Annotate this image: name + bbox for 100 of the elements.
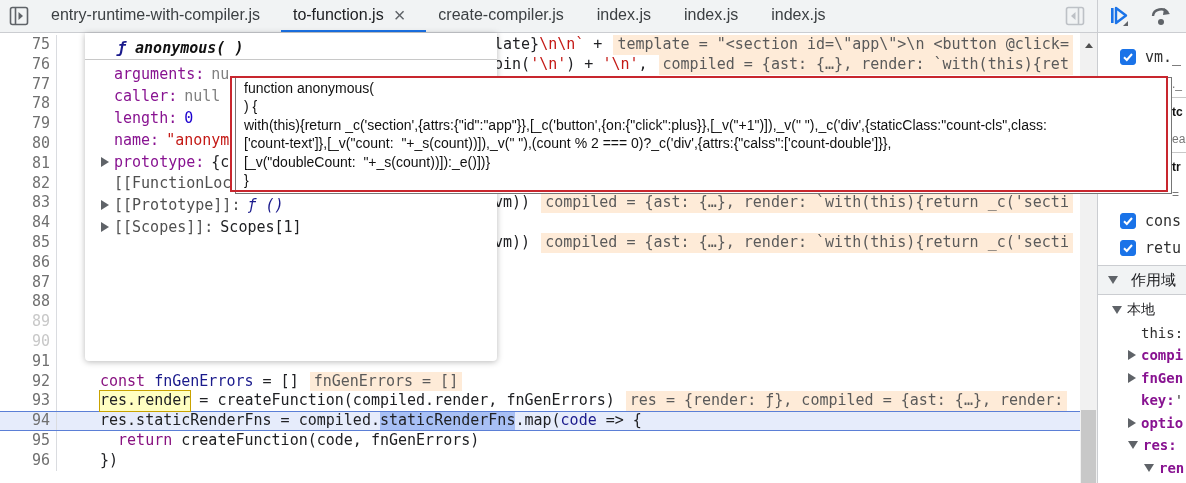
checkbox[interactable]: [1120, 239, 1136, 256]
source-line: }: [244, 171, 250, 190]
line-number: 94: [0, 412, 57, 430]
line-number: 95: [0, 430, 57, 451]
line-number: 75: [0, 35, 57, 55]
line-number: 84: [0, 213, 57, 233]
code-text: ) +: [566, 54, 595, 75]
code-text: => {: [604, 412, 642, 430]
scope-variable: optio: [1141, 414, 1184, 431]
code-text: late}: [494, 35, 540, 55]
property-value: 0: [184, 108, 194, 127]
source-line: ) {: [244, 97, 259, 116]
expand-icon[interactable]: [1128, 417, 1136, 428]
expand-icon[interactable]: [101, 200, 109, 211]
inline-value: res = {render: ƒ}, compiled = {ast: {…}, render:: [625, 391, 1068, 412]
code-text: .map(: [515, 412, 561, 430]
expand-icon[interactable]: [101, 222, 109, 233]
line-number: 80: [0, 134, 57, 154]
source-line: [_v("doubleCount: "+_s(count))]):_e()])}: [244, 152, 492, 172]
breakpoint-text: retu: [1145, 238, 1182, 257]
property-name: arguments:: [114, 64, 205, 83]
popup-text: =: [1172, 186, 1179, 201]
close-icon[interactable]: ×: [393, 3, 406, 27]
inline-value: compiled = {ast: {…}, render: `with(this){ret: [658, 54, 1073, 75]
property-value: null: [184, 86, 221, 105]
code-variable: code: [560, 412, 597, 430]
breakpoint-text: vm._: [1145, 47, 1182, 66]
code-keyword: return: [117, 430, 173, 451]
scope-variable: 本地: [1127, 301, 1155, 320]
variable-value: ': [1174, 392, 1184, 409]
line-number: 79: [0, 114, 57, 134]
expand-icon[interactable]: [1112, 306, 1122, 315]
expand-icon[interactable]: [1128, 372, 1136, 383]
expand-icon[interactable]: [1108, 276, 1118, 284]
scope-variable: this:: [1141, 324, 1184, 341]
inline-value: compiled = {ast: {…}, render: `with(this){return _c('secti: [541, 232, 1073, 253]
property-name: caller:: [114, 86, 178, 105]
property-name: [[Prototype]]:: [114, 196, 241, 215]
line-number: 77: [0, 74, 57, 95]
line-number: 92: [0, 371, 57, 392]
line-number: 83: [0, 193, 57, 214]
property-name: [[Scopes]]:: [114, 218, 214, 237]
checkbox[interactable]: [1120, 212, 1136, 229]
scope-variable: ren: [1159, 459, 1185, 476]
sidebar-toggle-icon[interactable]: [1065, 6, 1085, 26]
expand-icon[interactable]: [1144, 463, 1154, 472]
code-text: ,: [638, 54, 648, 75]
line-number: 85: [0, 232, 57, 253]
popup-text: tr: [1172, 159, 1181, 174]
file-tab[interactable]: index.js: [759, 0, 847, 32]
property-name: length:: [114, 108, 178, 127]
file-tab[interactable]: index.js: [584, 0, 672, 32]
function-title: ƒ anonymous( ): [85, 37, 497, 60]
inline-value: fnGenErrors = []: [309, 371, 463, 392]
scope-variable: res:: [1143, 437, 1177, 454]
scroll-thumb[interactable]: [1081, 410, 1096, 483]
line-number: 76: [0, 54, 57, 75]
resume-icon[interactable]: [1108, 5, 1130, 27]
source-line: function anonymous(: [244, 79, 375, 98]
line-number: 78: [0, 94, 57, 115]
property-name: prototype:: [114, 152, 205, 171]
checkbox[interactable]: [1120, 48, 1136, 65]
expand-icon[interactable]: [1128, 441, 1138, 450]
line-number: 82: [0, 173, 57, 194]
inline-value: compiled = {ast: {…}, render: `with(this){return _c('secti: [541, 193, 1073, 214]
popup-text: tc: [1172, 104, 1183, 119]
property-value: ƒ (): [247, 196, 284, 215]
step-over-icon[interactable]: [1150, 5, 1172, 27]
property-name: name:: [114, 130, 160, 149]
source-line: ['count-text']},[_v("count: "+_s(count))]),_v(" "),(count % 2 === 0)?_c('div',{attrs:{"calss":['count-double']}},: [244, 134, 893, 153]
file-tab[interactable]: create-compiler.js: [426, 0, 585, 32]
code-string: '\n': [530, 54, 567, 75]
property-value: {c: [211, 152, 230, 171]
scope-variable: key:: [1141, 392, 1175, 409]
selected-text: staticRenderFns: [379, 412, 516, 430]
code-text: }): [100, 450, 119, 471]
expand-icon[interactable]: [101, 156, 109, 167]
sidebar-toggle-icon[interactable]: [9, 6, 29, 26]
expand-icon[interactable]: [1128, 350, 1136, 361]
line-number: 87: [0, 272, 57, 293]
line-number: 96: [0, 450, 57, 471]
file-tab[interactable]: index.js: [671, 0, 760, 32]
line-number: 81: [0, 153, 57, 174]
code-variable: fnGenErrors: [153, 371, 254, 392]
section-header[interactable]: 作用域: [1098, 265, 1186, 295]
code-string: \n\n`: [539, 35, 585, 55]
breakpoint-text: cons: [1145, 211, 1182, 230]
code-text: +: [592, 35, 603, 55]
line-number: 91: [0, 351, 57, 372]
code-text: = []: [261, 371, 299, 392]
property-value: Scopes[1]: [220, 218, 302, 237]
property-name: [[FunctionLoc: [114, 174, 232, 193]
highlighted-expression: res.render: [100, 391, 191, 412]
scroll-up-icon[interactable]: [1083, 41, 1094, 49]
source-line: with(this){return _c('section',{attrs:{"id":"app"}},[_c('button',{on:{"click":plus}},[_v("+1")]),_v(" "),_c('div',{staticClass:"count-cls",class:: [244, 115, 1048, 135]
popup-text: ._: [1172, 76, 1182, 91]
file-tab[interactable]: entry-runtime-with-compiler.js: [39, 0, 281, 32]
property-value: "anonym: [166, 130, 230, 149]
scope-variable: compi: [1141, 347, 1184, 364]
code-text: res.staticRenderFns = compiled.: [100, 412, 380, 430]
